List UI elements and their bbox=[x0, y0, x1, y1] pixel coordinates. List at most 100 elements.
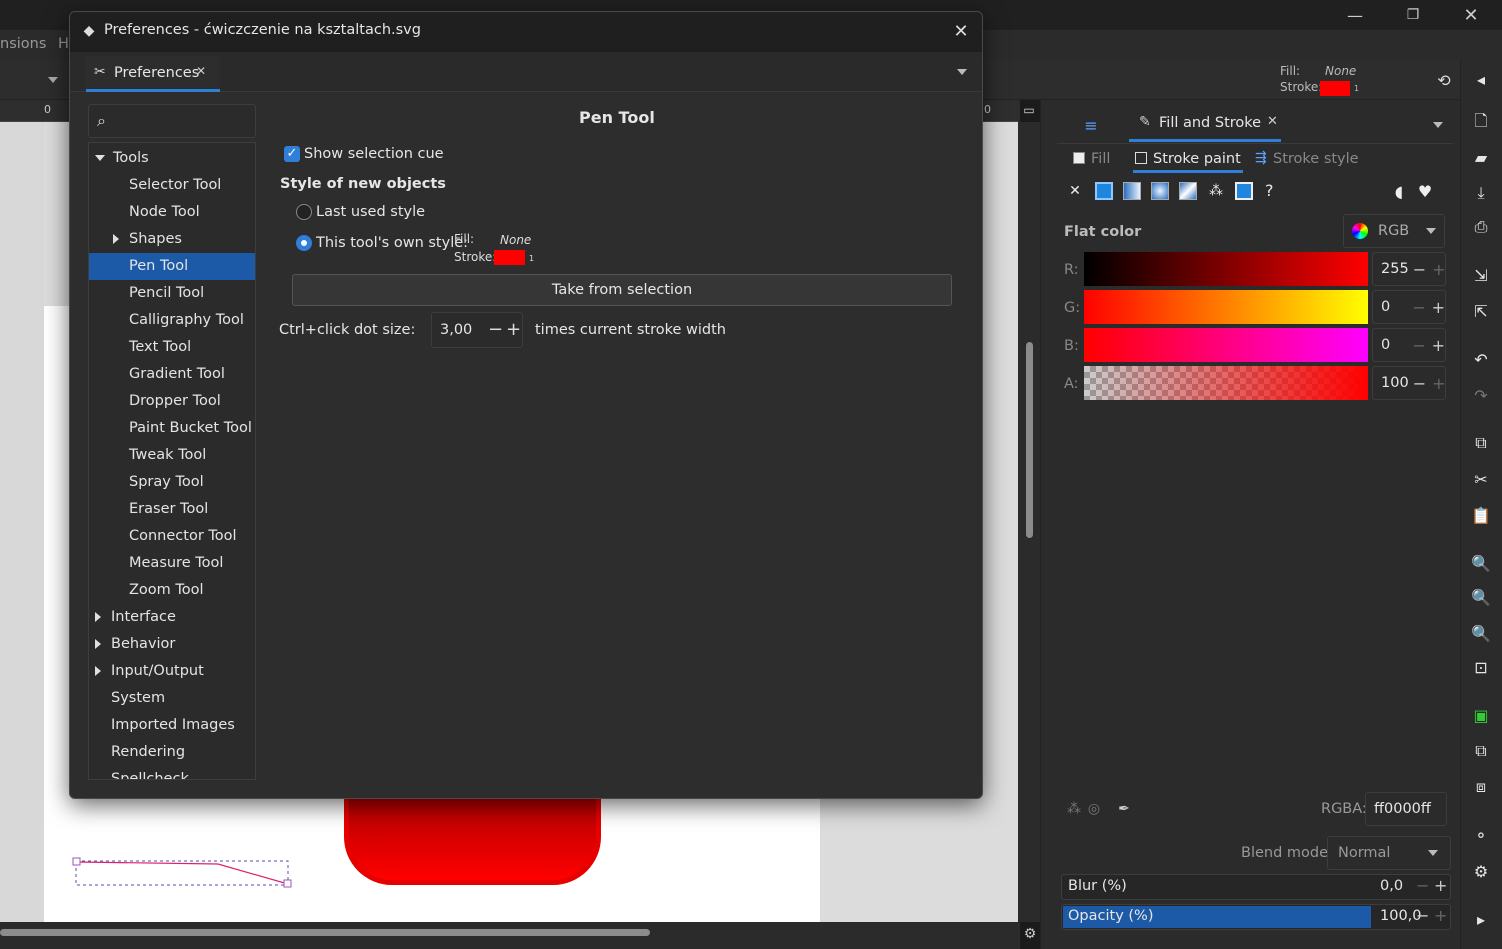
own-style-radio[interactable] bbox=[296, 235, 312, 251]
unlink-clone-icon[interactable]: ⧈ bbox=[1470, 776, 1492, 798]
chevron-down-icon[interactable] bbox=[1433, 122, 1443, 128]
zoom-page-icon[interactable]: 🔍 bbox=[1470, 622, 1492, 644]
tree-item-dropper-tool[interactable]: Dropper Tool bbox=[89, 388, 255, 415]
channel-g-spin[interactable]: 0 − + bbox=[1372, 290, 1446, 324]
display-mode-icon[interactable]: ▭ bbox=[1020, 102, 1038, 118]
out-of-gamut-icon[interactable]: ◎ bbox=[1085, 800, 1103, 818]
blur-value[interactable]: 0,0 bbox=[1380, 878, 1403, 894]
plus-icon[interactable]: + bbox=[1432, 374, 1445, 393]
layers-icon[interactable]: ≡ bbox=[1079, 114, 1103, 136]
group-icon[interactable]: ⚬ bbox=[1470, 824, 1492, 846]
channel-a-slider[interactable] bbox=[1084, 366, 1368, 400]
tree-item-tweak-tool[interactable]: Tweak Tool bbox=[89, 442, 255, 469]
open-folder-icon[interactable]: ▰ bbox=[1470, 146, 1492, 168]
export-icon[interactable]: ⇱ bbox=[1470, 300, 1492, 322]
blend-mode-select[interactable]: Normal bbox=[1327, 836, 1451, 870]
color-manage-icon[interactable]: ⚙ bbox=[1020, 924, 1040, 944]
style-indicator[interactable]: Fill: None Stroke: 1 bbox=[1280, 64, 1359, 96]
tree-item-rendering[interactable]: Rendering bbox=[89, 739, 255, 766]
tree-item-calligraphy-tool[interactable]: Calligraphy Tool bbox=[89, 307, 255, 334]
color-model-select[interactable]: RGB bbox=[1343, 214, 1445, 248]
mesh-gradient-icon[interactable] bbox=[1179, 182, 1197, 200]
close-tab-icon[interactable]: ✕ bbox=[196, 64, 206, 78]
red-rounded-shape[interactable] bbox=[344, 799, 601, 885]
expand-arrow-icon[interactable] bbox=[95, 155, 105, 161]
linear-gradient-icon[interactable] bbox=[1123, 182, 1141, 200]
close-tab-icon[interactable]: ✕ bbox=[1267, 114, 1278, 129]
show-selection-cue-label[interactable]: Show selection cue bbox=[304, 146, 444, 162]
paste-icon[interactable]: 📋 bbox=[1470, 504, 1492, 526]
channel-g-value[interactable]: 0 bbox=[1381, 299, 1408, 315]
tree-item-imported-images[interactable]: Imported Images bbox=[89, 712, 255, 739]
vertical-scroll-thumb[interactable] bbox=[1026, 342, 1033, 538]
minus-icon[interactable]: − bbox=[488, 319, 503, 340]
minus-icon[interactable]: − bbox=[1413, 374, 1426, 393]
subtab-stroke-style[interactable]: Stroke style bbox=[1273, 151, 1359, 167]
channel-a-value[interactable]: 100 bbox=[1381, 375, 1409, 391]
plus-icon[interactable]: + bbox=[1434, 876, 1447, 895]
minus-icon[interactable]: − bbox=[1413, 260, 1426, 279]
tree-item-eraser-tool[interactable]: Eraser Tool bbox=[89, 496, 255, 523]
tree-item-gradient-tool[interactable]: Gradient Tool bbox=[89, 361, 255, 388]
redo-icon[interactable]: ↷ bbox=[1470, 384, 1492, 406]
tree-item-zoom-tool[interactable]: Zoom Tool bbox=[89, 577, 255, 604]
collapse-icon[interactable]: ◂ bbox=[1470, 68, 1492, 90]
new-document-icon[interactable]: 🗋 bbox=[1470, 111, 1492, 134]
own-style-indicator[interactable]: Fill: None Stroke: 1 bbox=[454, 232, 554, 268]
tree-item-selector-tool[interactable]: Selector Tool bbox=[89, 172, 255, 199]
tree-item-tools[interactable]: Tools bbox=[89, 145, 255, 172]
show-selection-cue-checkbox[interactable]: ✓ bbox=[284, 146, 300, 162]
tree-item-system[interactable]: System bbox=[89, 685, 255, 712]
minus-icon[interactable]: − bbox=[1416, 906, 1429, 925]
tree-item-spray-tool[interactable]: Spray Tool bbox=[89, 469, 255, 496]
expand-arrow-icon[interactable] bbox=[95, 612, 101, 622]
channel-a-spin[interactable]: 100 − + bbox=[1372, 366, 1446, 400]
clone-icon[interactable]: ⧉ bbox=[1470, 740, 1492, 762]
close-dialog-icon[interactable]: ✕ bbox=[950, 20, 972, 42]
radial-gradient-icon[interactable] bbox=[1151, 182, 1169, 200]
plus-icon[interactable]: + bbox=[1434, 906, 1447, 925]
save-icon[interactable]: ⤓ bbox=[1470, 182, 1492, 204]
zoom-selection-icon[interactable]: 🔍 bbox=[1470, 552, 1492, 574]
minus-icon[interactable]: − bbox=[1412, 298, 1425, 317]
channel-r-value[interactable]: 255 bbox=[1381, 261, 1409, 277]
channel-b-slider[interactable] bbox=[1084, 328, 1368, 362]
take-from-selection-button[interactable]: Take from selection bbox=[292, 274, 952, 306]
color-managed-icon[interactable]: ⁂ bbox=[1065, 800, 1083, 818]
tree-item-connector-tool[interactable]: Connector Tool bbox=[89, 523, 255, 550]
dot-size-value[interactable]: 3,00 bbox=[440, 322, 472, 338]
tree-item-text-tool[interactable]: Text Tool bbox=[89, 334, 255, 361]
tree-item-shapes[interactable]: Shapes bbox=[89, 226, 255, 253]
last-used-style-label[interactable]: Last used style bbox=[316, 204, 425, 220]
chevron-down-icon[interactable] bbox=[48, 77, 58, 83]
expand-arrow-icon[interactable] bbox=[113, 234, 119, 244]
pen-path-selection[interactable] bbox=[70, 855, 300, 895]
channel-b-value[interactable]: 0 bbox=[1381, 337, 1408, 353]
eyedropper-icon[interactable]: ✒ bbox=[1115, 800, 1133, 818]
vertical-ruler[interactable] bbox=[0, 122, 44, 922]
plus-icon[interactable]: + bbox=[506, 319, 521, 340]
channel-b-spin[interactable]: 0 − + bbox=[1372, 328, 1446, 362]
tree-item-paint-bucket-tool[interactable]: Paint Bucket Tool bbox=[89, 415, 255, 442]
import-icon[interactable]: ⇲ bbox=[1470, 264, 1492, 286]
blur-slider[interactable]: Blur (%) 0,0 − + bbox=[1061, 874, 1451, 900]
menu-help[interactable]: H bbox=[58, 36, 69, 52]
no-paint-icon[interactable]: ✕ bbox=[1065, 181, 1085, 201]
channel-r-spin[interactable]: 255 − + bbox=[1372, 252, 1446, 286]
expand-arrow-icon[interactable] bbox=[95, 639, 101, 649]
copy-icon[interactable]: ⧉ bbox=[1470, 432, 1492, 454]
tree-item-pencil-tool[interactable]: Pencil Tool bbox=[89, 280, 255, 307]
close-window-icon[interactable]: ✕ bbox=[1456, 0, 1486, 30]
last-used-style-radio[interactable] bbox=[296, 204, 312, 220]
evenodd-icon[interactable]: ◖ bbox=[1389, 181, 1409, 201]
menu-extensions[interactable]: nsions bbox=[0, 36, 46, 52]
nonzero-icon[interactable]: ♥ bbox=[1415, 181, 1435, 201]
rgba-value[interactable]: ff0000ff bbox=[1374, 801, 1431, 817]
plus-icon[interactable]: + bbox=[1432, 336, 1445, 355]
opacity-slider[interactable]: Opacity (%) 100,0 − + bbox=[1061, 904, 1451, 930]
dot-size-spin[interactable]: 3,00 − + bbox=[431, 312, 523, 348]
tree-item-measure-tool[interactable]: Measure Tool bbox=[89, 550, 255, 577]
undo-icon[interactable]: ↶ bbox=[1470, 348, 1492, 370]
tree-item-interface[interactable]: Interface bbox=[89, 604, 255, 631]
search-input[interactable]: ⌕ bbox=[88, 104, 256, 138]
